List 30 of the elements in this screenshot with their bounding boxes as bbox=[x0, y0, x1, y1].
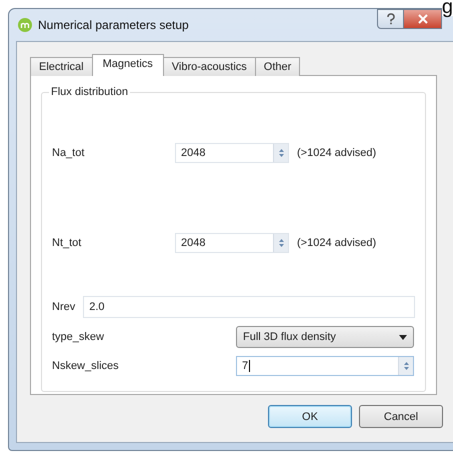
help-icon bbox=[386, 13, 396, 25]
spin-box[interactable]: 2048 bbox=[175, 233, 289, 253]
group-title: Flux distribution bbox=[49, 86, 130, 98]
spin-arrows-icon[interactable] bbox=[273, 144, 288, 162]
field-label: Na_tot bbox=[52, 147, 86, 159]
spin-arrows-icon[interactable] bbox=[273, 234, 288, 252]
close-button[interactable] bbox=[404, 9, 442, 29]
close-icon bbox=[418, 14, 428, 24]
ok-button[interactable]: OK bbox=[268, 405, 352, 428]
tab[interactable]: Magnetics bbox=[92, 54, 164, 76]
field-label: Nskew_slices bbox=[52, 360, 120, 372]
hint-text: (>1024 advised) bbox=[297, 147, 376, 159]
dropdown[interactable]: Full 3D flux density bbox=[236, 326, 414, 348]
field-label: type_skew bbox=[52, 331, 105, 343]
spin-box[interactable]: 2048 bbox=[175, 143, 289, 163]
logo-icon bbox=[18, 18, 32, 32]
tab[interactable]: Vibro-acoustics bbox=[162, 57, 256, 76]
cancel-button[interactable]: Cancel bbox=[359, 405, 443, 428]
spin-box[interactable]: 7 bbox=[236, 356, 414, 376]
hint-text: (>1024 advised) bbox=[297, 237, 376, 249]
help-button[interactable] bbox=[377, 9, 404, 29]
field-label: Nrev bbox=[52, 301, 76, 313]
background-text: g bbox=[442, 0, 453, 16]
window-title: Numerical parameters setup bbox=[38, 18, 189, 32]
dropdown-arrow-icon[interactable] bbox=[399, 334, 407, 340]
tab[interactable]: Other bbox=[254, 57, 300, 76]
input-field[interactable]: 2.0 bbox=[83, 296, 415, 318]
field-label: Nt_tot bbox=[52, 237, 82, 249]
spin-arrows-icon[interactable] bbox=[398, 357, 413, 375]
tab[interactable]: Electrical bbox=[30, 57, 93, 76]
